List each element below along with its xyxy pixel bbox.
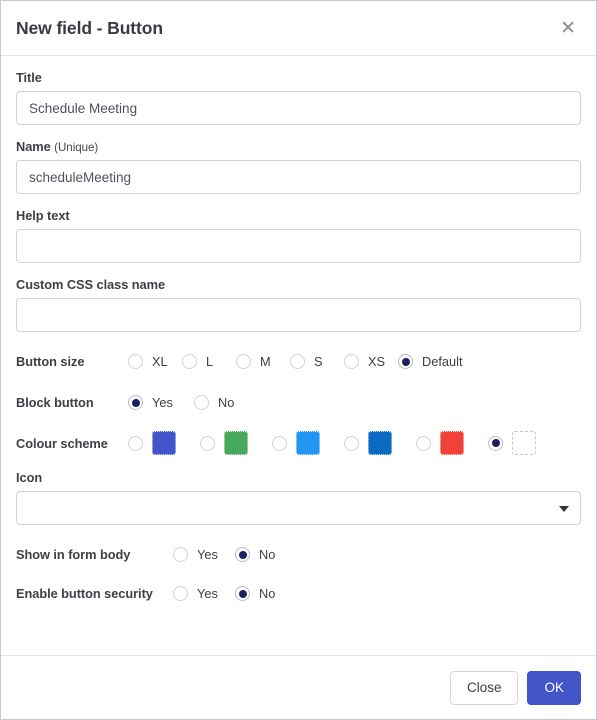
custom-css-label: Custom CSS class name <box>16 277 166 292</box>
button-size-option-label: XS <box>368 354 386 369</box>
button-size-option-label: Default <box>422 354 463 369</box>
custom-css-field-group: Custom CSS class name <box>16 277 581 332</box>
enable-button-security-row: Enable button security Yes No <box>16 578 581 609</box>
colour-swatch <box>224 431 248 455</box>
title-input[interactable] <box>16 91 581 125</box>
radio-icon <box>235 586 250 601</box>
radio-icon <box>398 354 413 369</box>
icon-select-wrap <box>16 491 581 525</box>
help-text-field-group: Help text <box>16 208 581 263</box>
radio-icon <box>488 435 503 451</box>
show-in-form-body-option-yes[interactable]: Yes <box>173 547 235 562</box>
colour-swatch <box>440 431 464 455</box>
colour-scheme-label: Colour scheme <box>16 435 108 451</box>
radio-icon <box>128 435 143 451</box>
block-button-option-label: Yes <box>152 395 173 410</box>
radio-icon <box>344 435 359 451</box>
custom-css-input[interactable] <box>16 298 581 332</box>
name-label-suffix: (Unique) <box>54 141 99 154</box>
dialog-header: New field - Button ✕ <box>1 1 596 56</box>
icon-select[interactable] <box>16 491 581 525</box>
block-button-option-yes[interactable]: Yes <box>128 395 194 410</box>
radio-icon <box>194 395 209 410</box>
name-input[interactable] <box>16 160 581 194</box>
colour-swatch <box>368 431 392 455</box>
title-label: Title <box>16 70 42 85</box>
colour-scheme-row: Colour scheme <box>16 426 581 460</box>
name-label: Name (Unique) <box>16 139 581 154</box>
dialog-footer: Close OK <box>1 655 596 719</box>
button-size-option-m[interactable]: M <box>236 354 290 369</box>
radio-icon <box>182 354 197 369</box>
show-in-form-body-option-no[interactable]: No <box>235 547 297 562</box>
title-field-group: Title <box>16 70 581 125</box>
button-size-option-s[interactable]: S <box>290 354 344 369</box>
block-button-row: Block button Yes No <box>16 387 581 418</box>
colour-scheme-option-5[interactable] <box>416 431 464 455</box>
show-in-form-body-row: Show in form body Yes No <box>16 539 581 570</box>
radio-icon <box>290 354 305 369</box>
help-text-input[interactable] <box>16 229 581 263</box>
button-size-label: Button size <box>16 354 85 369</box>
button-size-option-label: M <box>260 354 271 369</box>
button-size-option-label: L <box>206 354 214 369</box>
button-size-option-label: XL <box>152 354 168 369</box>
colour-swatch <box>152 431 176 455</box>
button-size-option-default[interactable]: Default <box>398 354 463 369</box>
button-size-option-l[interactable]: L <box>182 354 236 369</box>
button-size-option-xl[interactable]: XL <box>128 354 182 369</box>
name-label-text: Name <box>16 139 51 154</box>
icon-label: Icon <box>16 470 43 485</box>
dialog-body: Title Name (Unique) Help text Custom CSS… <box>1 56 596 655</box>
radio-icon <box>173 547 188 562</box>
colour-scheme-option-1[interactable] <box>128 431 176 455</box>
colour-scheme-option-3[interactable] <box>272 431 320 455</box>
new-field-button-dialog: New field - Button ✕ Title Name (Unique)… <box>0 0 597 720</box>
radio-icon <box>236 354 251 369</box>
block-button-option-no[interactable]: No <box>194 395 260 410</box>
close-button[interactable]: Close <box>449 670 519 705</box>
colour-scheme-option-2[interactable] <box>200 431 248 455</box>
block-button-option-label: No <box>218 395 235 410</box>
enable-button-security-label: Enable button security <box>16 586 153 601</box>
radio-icon <box>128 395 143 410</box>
colour-scheme-option-4[interactable] <box>344 431 392 455</box>
enable-button-security-option-label: No <box>259 586 276 601</box>
show-in-form-body-label: Show in form body <box>16 547 131 562</box>
show-in-form-body-option-label: No <box>259 547 276 562</box>
block-button-label: Block button <box>16 395 94 410</box>
radio-icon <box>272 435 287 451</box>
colour-scheme-option-6[interactable] <box>488 431 536 455</box>
button-size-row: Button size XL L M S XS Default <box>16 346 581 377</box>
radio-icon <box>200 435 215 451</box>
radio-icon <box>416 435 431 451</box>
icon-field-group: Icon <box>16 470 581 525</box>
radio-icon <box>235 547 250 562</box>
colour-swatch <box>296 431 320 455</box>
help-text-label: Help text <box>16 208 70 223</box>
enable-button-security-option-label: Yes <box>197 586 218 601</box>
close-icon[interactable]: ✕ <box>556 17 580 40</box>
name-field-group: Name (Unique) <box>16 139 581 194</box>
button-size-option-xs[interactable]: XS <box>344 354 398 369</box>
radio-icon <box>128 354 143 369</box>
radio-icon <box>344 354 359 369</box>
enable-button-security-option-yes[interactable]: Yes <box>173 586 235 601</box>
button-size-option-label: S <box>314 354 323 369</box>
radio-icon <box>173 586 188 601</box>
enable-button-security-option-no[interactable]: No <box>235 586 297 601</box>
colour-swatch <box>512 431 536 455</box>
show-in-form-body-option-label: Yes <box>197 547 218 562</box>
dialog-title: New field - Button <box>16 17 163 38</box>
ok-button[interactable]: OK <box>527 670 581 705</box>
